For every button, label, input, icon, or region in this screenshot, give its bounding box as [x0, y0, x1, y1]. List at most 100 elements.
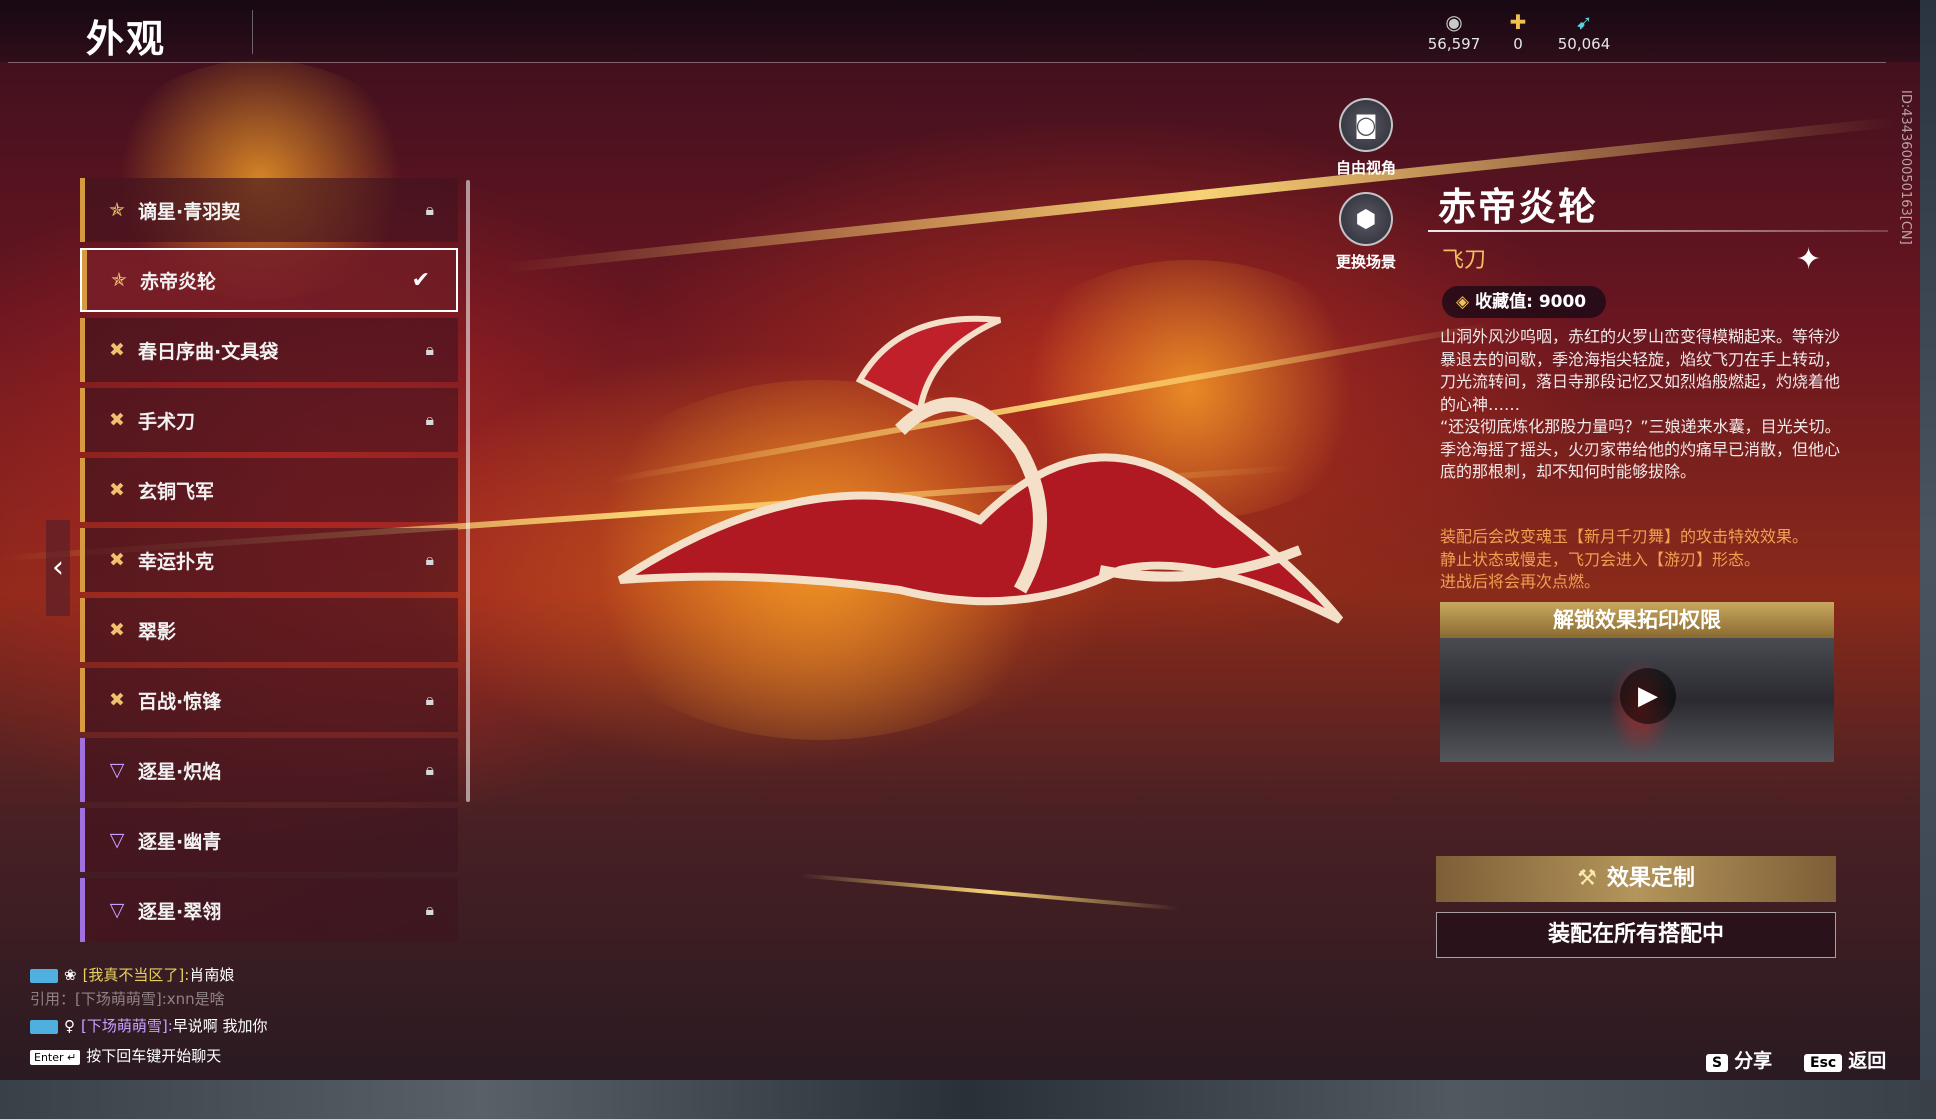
- triangle-icon: ▽: [109, 899, 125, 921]
- collection-value-badge: ◈ 收藏值: 9000: [1442, 286, 1607, 318]
- chat-text: 肖南娘: [189, 966, 235, 984]
- lock-icon: 🔒︎: [425, 410, 434, 429]
- change-scene-button[interactable]: ⬢ 更换场景: [1316, 192, 1416, 272]
- list-item[interactable]: ✖ 手术刀 🔒︎: [80, 388, 458, 452]
- preview-thumbnail[interactable]: ▶: [1440, 638, 1834, 762]
- top-divider: [8, 62, 1886, 63]
- list-scrollbar[interactable]: [466, 180, 470, 802]
- cube-icon: ⬢: [1339, 192, 1393, 246]
- equip-all-button[interactable]: 装配在所有搭配中: [1436, 912, 1836, 958]
- rarity-stripe: [80, 738, 85, 802]
- lock-icon: 🔒︎: [425, 200, 434, 219]
- chat-input-hint[interactable]: Enter ↵ 按下回车键开始聊天: [30, 1045, 221, 1066]
- list-item[interactable]: ▽ 逐星·炽焰 🔒︎: [80, 738, 458, 802]
- feather-icon: ➹: [1575, 10, 1593, 34]
- skin-list[interactable]: ✯ 谪星·青羽契 🔒︎ ✯ 赤帝炎轮 ✔ ✖ 春日序曲·文具袋 🔒︎ ✖ 手术刀…: [80, 178, 468, 960]
- title-separator: [252, 10, 253, 54]
- item-name: 赤帝炎轮: [1438, 185, 1599, 229]
- top-bar: 外观 ◉ 56,597 ✚ 0 ➹ 50,064: [0, 0, 1920, 62]
- enter-key-icon: Enter ↵: [30, 1050, 81, 1065]
- shuriken-icon: ✖: [109, 689, 125, 711]
- lock-icon: 🔒︎: [425, 340, 434, 359]
- play-icon[interactable]: ▶: [1620, 668, 1676, 724]
- compass-star-icon[interactable]: ✦: [1796, 242, 1821, 277]
- list-item-label: 谪星·青羽契: [138, 200, 241, 223]
- list-item[interactable]: ✖ 百战·惊锋 🔒︎: [80, 668, 458, 732]
- female-icon: ♀: [64, 1017, 75, 1035]
- free-view-button[interactable]: ◙ 自由视角: [1316, 98, 1416, 178]
- title-divider: [1428, 230, 1888, 232]
- lock-icon: 🔒︎: [425, 760, 434, 779]
- currency-feathers[interactable]: ➹ 50,064: [1544, 10, 1624, 53]
- list-item[interactable]: ✖ 玄铜飞军: [80, 458, 458, 522]
- list-item[interactable]: ✯ 谪星·青羽契 🔒︎: [80, 178, 458, 242]
- chat-sender: [我真不当区了]:: [82, 966, 190, 984]
- window-edge: [1920, 0, 1936, 1080]
- currency-value: 0: [1513, 35, 1523, 53]
- list-item[interactable]: ✖ 春日序曲·文具袋 🔒︎: [80, 318, 458, 382]
- rarity-stripe: [80, 388, 85, 452]
- item-description: 山洞外风沙呜咽，赤红的火罗山峦变得模糊起来。等待沙暴退去的间歇，季沧海指尖轻旋，…: [1440, 326, 1848, 484]
- rarity-stripe: [80, 318, 85, 382]
- shuriken-icon: ✖: [109, 619, 125, 641]
- list-item-label: 赤帝炎轮: [140, 270, 217, 293]
- chat-message: ❀ [我真不当区了]:肖南娘: [30, 964, 234, 985]
- unlock-effect-card[interactable]: 解锁效果拓印权限 ▶: [1440, 602, 1834, 762]
- list-item[interactable]: ✖ 翠影: [80, 598, 458, 662]
- effect-line: 装配后会改变魂玉【新月千刃舞】的攻击特效效果。: [1440, 527, 1809, 546]
- rarity-stripe: [80, 178, 85, 242]
- shuriken-icon: ✖: [109, 479, 125, 501]
- unlock-title: 解锁效果拓印权限: [1440, 602, 1834, 638]
- lotus-icon: ❀: [64, 966, 77, 984]
- flying-blade-model: [617, 315, 1344, 624]
- collection-value: 9000: [1538, 292, 1587, 312]
- rarity-stripe: [80, 878, 85, 942]
- channel-badge: [30, 968, 58, 983]
- player-id: ID:43436000501​63[CN]: [1898, 90, 1913, 245]
- collapse-arrow-button[interactable]: ‹: [46, 520, 70, 616]
- lock-icon: 🔒︎: [425, 690, 434, 709]
- list-item-label: 逐星·炽焰: [138, 760, 222, 783]
- lock-icon: 🔒︎: [425, 550, 434, 569]
- checkmark-icon: ✔: [411, 267, 430, 293]
- triangle-icon: ▽: [109, 829, 125, 851]
- chat-text: 早说啊 我加你: [172, 1017, 268, 1035]
- list-item-label: 手术刀: [138, 410, 196, 433]
- chat-hint-text: 按下回车键开始聊天: [86, 1047, 222, 1065]
- shuriken-icon: ✖: [109, 549, 125, 571]
- triangle-icon: ▽: [109, 759, 125, 781]
- list-item[interactable]: ▽ 逐星·幽青: [80, 808, 458, 872]
- star-icon: ✯: [109, 199, 125, 221]
- list-item-label: 逐星·幽青: [138, 830, 222, 853]
- camera-icon: ◙: [1339, 98, 1393, 152]
- back-button[interactable]: Esc 返回: [1804, 1046, 1886, 1073]
- chat-quote: 引用：[下场萌萌雪]:xnn是啥: [30, 990, 225, 1008]
- change-scene-label: 更换场景: [1335, 253, 1396, 271]
- rarity-stripe: [82, 250, 87, 310]
- list-item-label: 春日序曲·文具袋: [138, 340, 279, 363]
- star-icon: ✯: [111, 269, 127, 291]
- currency-value: 50,064: [1557, 35, 1611, 53]
- list-item[interactable]: ✖ 幸运扑克 🔒︎: [80, 528, 458, 592]
- list-item-label: 玄铜飞军: [138, 480, 215, 503]
- description-paragraph: 山洞外风沙呜咽，赤红的火罗山峦变得模糊起来。等待沙暴退去的间歇，季沧海指尖轻旋，…: [1440, 327, 1841, 414]
- window-edge-bottom: [0, 1080, 1936, 1119]
- gem-icon: ◈: [1456, 292, 1470, 312]
- share-label: 分享: [1734, 1050, 1773, 1072]
- currency-value: 56,597: [1427, 35, 1481, 53]
- rarity-stripe: [80, 668, 85, 732]
- list-item-label: 翠影: [138, 620, 177, 643]
- item-effect: 装配后会改变魂玉【新月千刃舞】的攻击特效效果。 静止状态或慢走，飞刀会进入【游刃…: [1440, 526, 1848, 594]
- chat-sender: [下场萌萌雪]:: [81, 1017, 173, 1035]
- back-label: 返回: [1848, 1050, 1887, 1072]
- shuriken-icon: ✖: [109, 339, 125, 361]
- channel-badge: [30, 1019, 58, 1034]
- effect-line: 进战后将会再次点燃。: [1440, 572, 1601, 591]
- rarity-stripe: [80, 808, 85, 872]
- effect-customize-button[interactable]: ⚒ 效果定制: [1436, 856, 1836, 902]
- chevron-left-icon: ‹: [52, 550, 64, 585]
- description-paragraph: “还没彻底炼化那股力量吗？”三娘递来水囊，目光关切。: [1440, 417, 1841, 436]
- share-button[interactable]: S 分享: [1706, 1046, 1772, 1073]
- list-item[interactable]: ▽ 逐星·翠翎 🔒︎: [80, 878, 458, 942]
- list-item-selected[interactable]: ✯ 赤帝炎轮 ✔: [80, 248, 458, 312]
